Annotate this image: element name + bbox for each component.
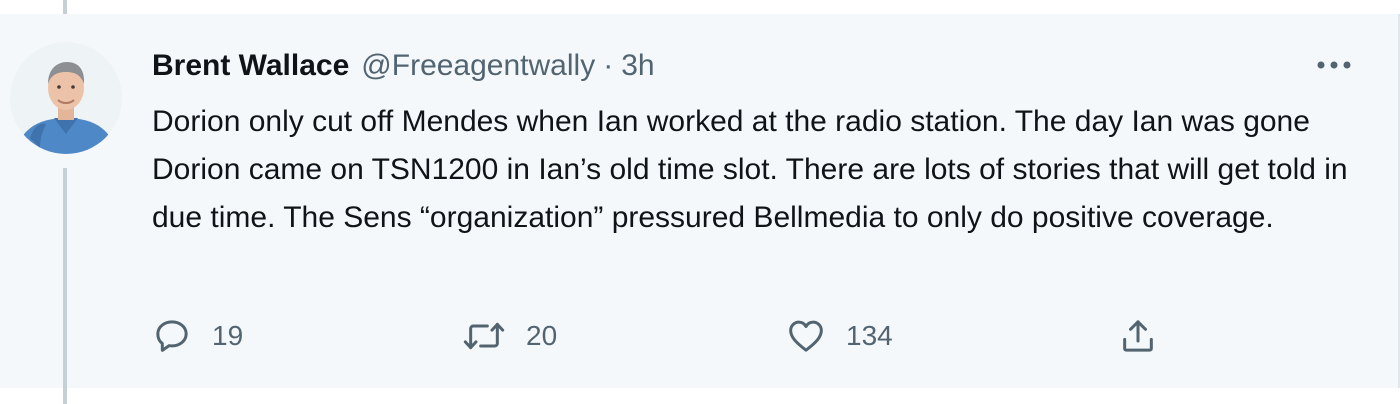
retweet-arrows-icon bbox=[463, 322, 505, 350]
thread-line-bottom bbox=[63, 168, 67, 404]
tweet-timestamp[interactable]: 3h bbox=[621, 49, 654, 83]
heart-icon bbox=[789, 320, 823, 352]
reply-button[interactable]: 19 bbox=[152, 314, 243, 358]
more-options-button[interactable] bbox=[1314, 50, 1354, 80]
author-handle[interactable]: @Freeagentwally bbox=[361, 49, 595, 83]
tweet-header: Brent Wallace @Freeagentwally · 3h bbox=[152, 46, 655, 86]
speech-bubble-icon bbox=[156, 320, 188, 352]
share-upload-icon bbox=[1123, 320, 1153, 352]
like-button[interactable]: 134 bbox=[786, 314, 893, 358]
share-button[interactable] bbox=[1118, 314, 1158, 358]
thread-line-top bbox=[63, 0, 67, 14]
reply-count: 19 bbox=[212, 320, 244, 351]
author-name[interactable]: Brent Wallace bbox=[152, 49, 349, 83]
separator-dot: · bbox=[603, 49, 614, 82]
like-count: 134 bbox=[846, 320, 893, 351]
avatar[interactable] bbox=[10, 42, 122, 154]
retweet-button[interactable]: 20 bbox=[462, 314, 557, 358]
retweet-count: 20 bbox=[526, 320, 558, 351]
tweet-text: Dorion only cut off Mendes when Ian work… bbox=[152, 105, 1348, 234]
ellipsis-icon bbox=[1317, 61, 1351, 69]
